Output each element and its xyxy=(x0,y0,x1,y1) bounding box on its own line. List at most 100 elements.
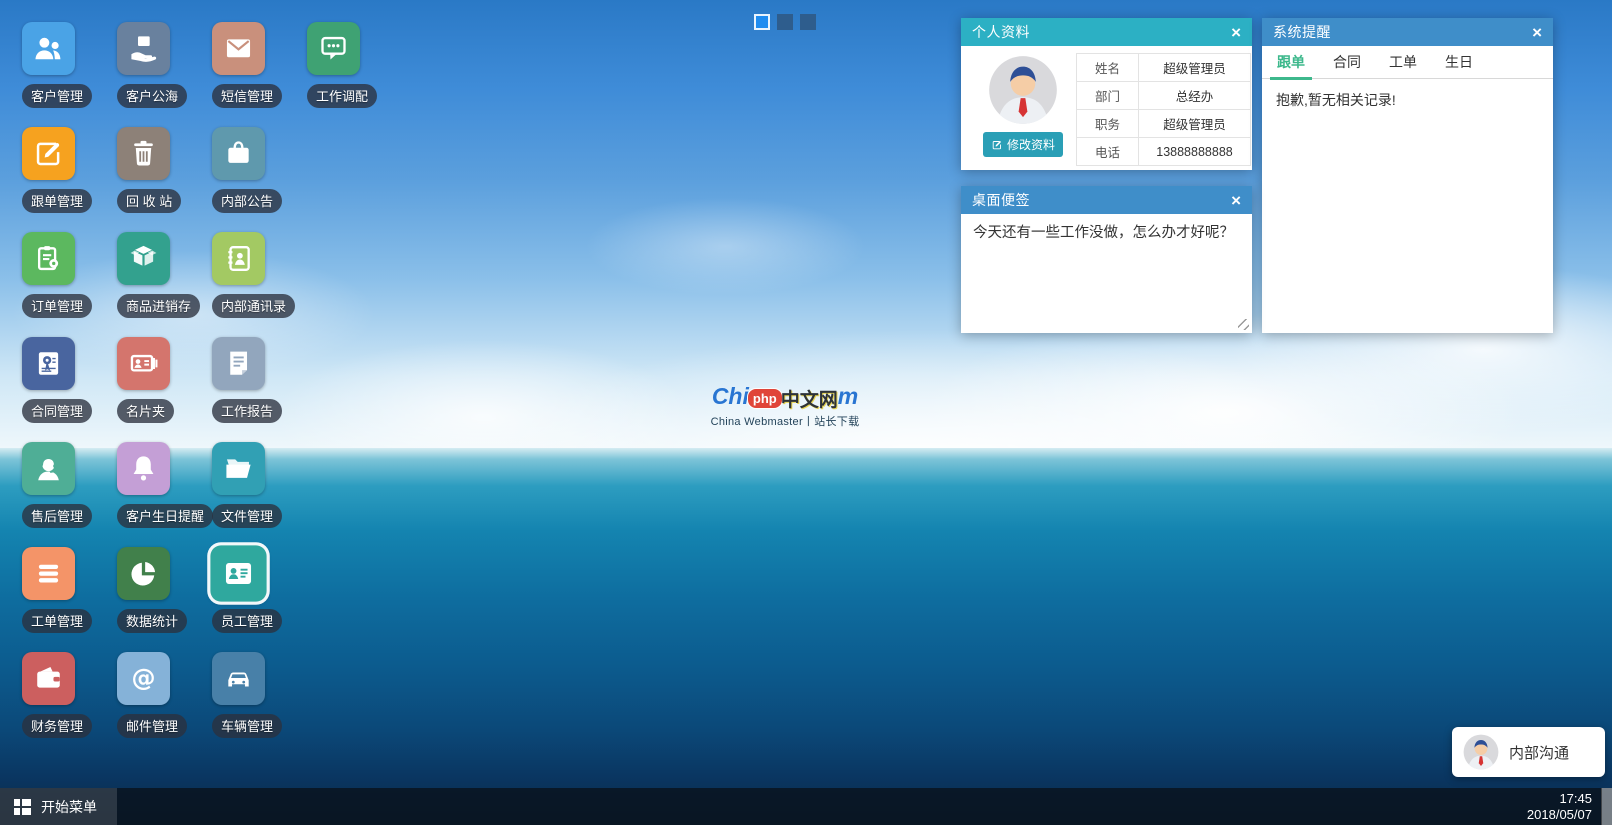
edit-profile-label: 修改资料 xyxy=(1007,136,1055,153)
follow-up-management-icon[interactable] xyxy=(22,127,75,180)
sticky-note-content[interactable]: 今天还有一些工作没做，怎么办才好呢？ xyxy=(961,214,1252,333)
app-icon-sms-management[interactable]: 短信管理 xyxy=(212,22,307,108)
reminder-tab-跟单[interactable]: 跟单 xyxy=(1277,52,1305,72)
mail-management-icon[interactable] xyxy=(117,652,170,705)
app-icon-label: 财务管理 xyxy=(22,714,92,738)
work-report-icon[interactable] xyxy=(212,337,265,390)
app-icon-label: 名片夹 xyxy=(117,399,174,423)
profile-field-label: 部门 xyxy=(1077,82,1139,110)
customer-birthday-reminder-icon[interactable] xyxy=(117,442,170,495)
vehicle-management-icon[interactable] xyxy=(212,652,265,705)
order-management-icon[interactable] xyxy=(22,232,75,285)
app-icon-label: 售后管理 xyxy=(22,504,92,528)
profile-table-body: 姓名超级管理员部门总经办职务超级管理员电话13888888888 xyxy=(1077,54,1251,166)
page-dot-1[interactable] xyxy=(754,14,770,30)
profile-panel: 个人资料 × 修改资料 姓名超级管理员部门总经办职务超级管理员电话1388888… xyxy=(961,18,1252,170)
app-icon-work-dispatch[interactable]: 工作调配 xyxy=(307,22,402,108)
app-icon-file-management[interactable]: 文件管理 xyxy=(212,442,307,528)
app-icon-recycle-bin[interactable]: 回 收 站 xyxy=(117,127,212,213)
finance-management-icon[interactable] xyxy=(22,652,75,705)
app-icon-label: 客户管理 xyxy=(22,84,92,108)
resize-handle[interactable] xyxy=(1238,319,1249,330)
system-reminder-header[interactable]: 系统提醒 × xyxy=(1262,18,1553,46)
show-desktop-button[interactable] xyxy=(1601,788,1612,825)
start-windows-icon xyxy=(14,799,31,815)
app-icon-data-statistics[interactable]: 数据统计 xyxy=(117,547,212,633)
app-icon-label: 工单管理 xyxy=(22,609,92,633)
sticky-note-title: 桌面便签 xyxy=(972,190,1030,210)
page-dot-2[interactable] xyxy=(777,14,793,30)
app-icon-label: 订单管理 xyxy=(22,294,92,318)
app-icon-label: 文件管理 xyxy=(212,504,282,528)
app-icon-label: 工作报告 xyxy=(212,399,282,423)
app-icon-label: 客户公海 xyxy=(117,84,187,108)
profile-close-icon[interactable]: × xyxy=(1231,24,1241,41)
app-icon-customer-management[interactable]: 客户管理 xyxy=(22,22,117,108)
sticky-note-header[interactable]: 桌面便签 × xyxy=(961,186,1252,214)
page-indicator xyxy=(754,14,816,30)
app-icon-ticket-management[interactable]: 工单管理 xyxy=(22,547,117,633)
app-icon-customer-pool[interactable]: 客户公海 xyxy=(117,22,212,108)
after-sales-management-icon[interactable] xyxy=(22,442,75,495)
internal-chat-launcher[interactable]: 内部沟通 xyxy=(1452,727,1605,777)
reminder-tab-生日[interactable]: 生日 xyxy=(1445,52,1473,72)
file-management-icon[interactable] xyxy=(212,442,265,495)
edit-profile-button[interactable]: 修改资料 xyxy=(983,132,1063,157)
page-dot-3[interactable] xyxy=(800,14,816,30)
profile-field-label: 电话 xyxy=(1077,138,1139,166)
app-icon-label: 员工管理 xyxy=(212,609,282,633)
sms-management-icon[interactable] xyxy=(212,22,265,75)
contract-management-icon[interactable] xyxy=(22,337,75,390)
app-icon-employee-management[interactable]: 员工管理 xyxy=(212,547,307,633)
profile-field-row: 部门总经办 xyxy=(1077,82,1251,110)
taskbar-clock: 17:45 2018/05/07 xyxy=(1527,791,1601,822)
clock-time: 17:45 xyxy=(1527,791,1592,807)
app-icon-label: 跟单管理 xyxy=(22,189,92,213)
app-icon-order-management[interactable]: 订单管理 xyxy=(22,232,117,318)
data-statistics-icon[interactable] xyxy=(117,547,170,600)
app-icon-card-holder[interactable]: 名片夹 xyxy=(117,337,212,423)
sticky-note-close-icon[interactable]: × xyxy=(1231,192,1241,209)
system-reminder-title: 系统提醒 xyxy=(1273,22,1331,42)
internal-announcement-icon[interactable] xyxy=(212,127,265,180)
app-icon-inventory-management[interactable]: 商品进销存 xyxy=(117,232,212,318)
work-dispatch-icon[interactable] xyxy=(307,22,360,75)
app-icon-contract-management[interactable]: 合同管理 xyxy=(22,337,117,423)
app-icon-label: 内部通讯录 xyxy=(212,294,295,318)
reminder-tab-工单[interactable]: 工单 xyxy=(1389,52,1417,72)
edit-pencil-icon xyxy=(991,139,1003,151)
app-icon-work-report[interactable]: 工作报告 xyxy=(212,337,307,423)
app-icon-finance-management[interactable]: 财务管理 xyxy=(22,652,117,738)
app-icon-follow-up-management[interactable]: 跟单管理 xyxy=(22,127,117,213)
app-icon-label: 回 收 站 xyxy=(117,189,181,213)
chat-avatar xyxy=(1463,734,1499,770)
app-icon-customer-birthday-reminder[interactable]: 客户生日提醒 xyxy=(117,442,212,528)
recycle-bin-icon[interactable] xyxy=(117,127,170,180)
profile-avatar xyxy=(988,55,1058,125)
app-icon-after-sales-management[interactable]: 售后管理 xyxy=(22,442,117,528)
profile-panel-header[interactable]: 个人资料 × xyxy=(961,18,1252,46)
ticket-management-icon[interactable] xyxy=(22,547,75,600)
system-reminder-close-icon[interactable]: × xyxy=(1532,24,1542,41)
customer-management-icon[interactable] xyxy=(22,22,75,75)
app-icon-internal-announcement[interactable]: 内部公告 xyxy=(212,127,307,213)
app-icon-mail-management[interactable]: 邮件管理 xyxy=(117,652,212,738)
profile-field-value: 总经办 xyxy=(1139,82,1251,110)
customer-pool-icon[interactable] xyxy=(117,22,170,75)
internal-contacts-icon[interactable] xyxy=(212,232,265,285)
card-holder-icon[interactable] xyxy=(117,337,170,390)
app-icon-vehicle-management[interactable]: 车辆管理 xyxy=(212,652,307,738)
app-icon-internal-contacts[interactable]: 内部通讯录 xyxy=(212,232,307,318)
reminder-tab-合同[interactable]: 合同 xyxy=(1333,52,1361,72)
clock-date: 2018/05/07 xyxy=(1527,807,1592,823)
chinaz-watermark: Chi php 中文网 m China Webmaster丨站长下载 xyxy=(700,383,870,429)
desktop: 客户管理客户公海短信管理工作调配跟单管理回 收 站内部公告订单管理商品进销存内部… xyxy=(0,0,1612,825)
profile-field-value: 超级管理员 xyxy=(1139,54,1251,82)
profile-field-label: 姓名 xyxy=(1077,54,1139,82)
profile-panel-title: 个人资料 xyxy=(972,22,1030,42)
profile-field-value: 超级管理员 xyxy=(1139,110,1251,138)
employee-management-icon[interactable] xyxy=(210,545,266,601)
app-icon-label: 商品进销存 xyxy=(117,294,200,318)
start-menu-button[interactable]: 开始菜单 xyxy=(0,788,117,825)
inventory-management-icon[interactable] xyxy=(117,232,170,285)
